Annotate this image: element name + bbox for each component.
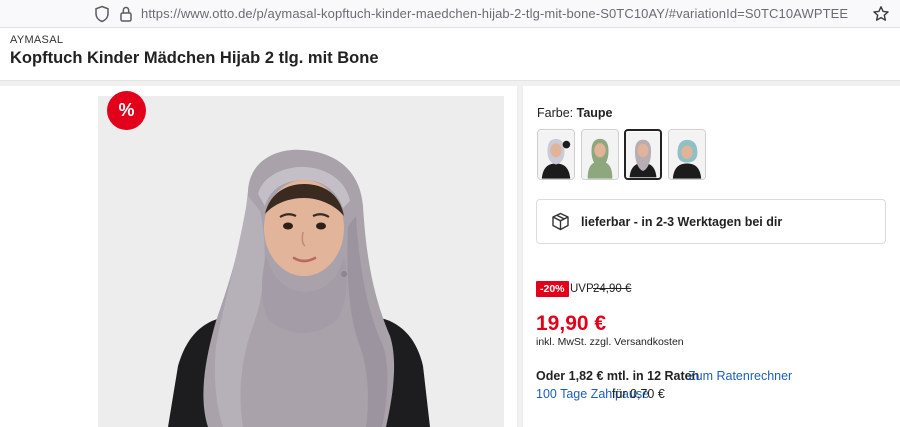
color-swatch-1[interactable] xyxy=(537,129,575,180)
swatch-image xyxy=(582,130,618,179)
color-label: Farbe: Taupe xyxy=(537,106,613,120)
hijab-girl-image xyxy=(98,96,504,427)
swatch-image xyxy=(669,130,705,179)
rate-calculator-link[interactable]: Zum Ratenrechner xyxy=(688,369,792,383)
delivery-info: lieferbar - in 2-3 Werktagen bei dir xyxy=(536,199,886,244)
color-swatch-4[interactable] xyxy=(668,129,706,180)
browser-toolbar: https://www.otto.de/p/aymasal-kopftuch-k… xyxy=(0,0,900,28)
url-field[interactable]: https://www.otto.de/p/aymasal-kopftuch-k… xyxy=(141,6,848,21)
shield-icon[interactable] xyxy=(94,5,110,23)
product-image[interactable] xyxy=(98,96,504,427)
delivery-text: lieferbar - in 2-3 Werktagen bei dir xyxy=(581,215,783,229)
discount-badge: -20% xyxy=(536,281,569,297)
selected-color: Taupe xyxy=(576,106,613,120)
color-swatch-3-selected[interactable] xyxy=(624,129,662,180)
lock-icon[interactable] xyxy=(119,5,133,23)
product-title: Kopftuch Kinder Mädchen Hijab 2 tlg. mit… xyxy=(10,49,379,67)
swatch-image xyxy=(626,131,660,178)
installment-text: Oder 1,82 € mtl. in 12 Raten xyxy=(536,369,700,383)
color-swatch-2[interactable] xyxy=(581,129,619,180)
star-icon[interactable] xyxy=(872,5,890,23)
payment-pause-fee: für 0,70 € xyxy=(612,387,665,401)
swatch-image xyxy=(538,130,574,179)
uvp-value: 24,90 € xyxy=(593,283,632,295)
brand-name[interactable]: AYMASAL xyxy=(10,34,63,46)
current-price: 19,90 € xyxy=(536,312,607,335)
package-icon xyxy=(552,212,569,231)
uvp-label: UVP xyxy=(570,283,594,295)
sale-badge: % xyxy=(107,91,146,130)
tax-note: inkl. MwSt. zzgl. Versandkosten xyxy=(536,336,684,348)
